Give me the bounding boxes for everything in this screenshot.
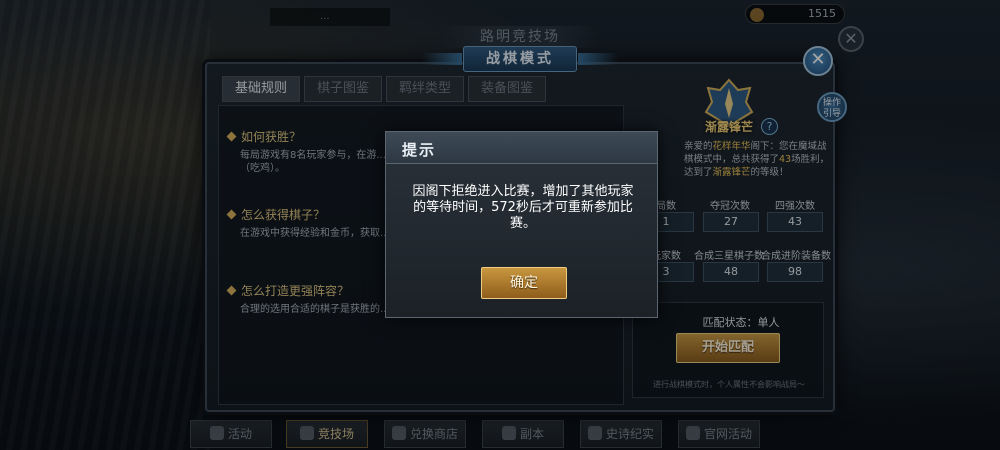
dialog-message: 因阁下拒绝进入比赛，增加了其他玩家的等待时间，572秒后才可重新参加比赛。 [412, 184, 634, 231]
confirm-button[interactable]: 确定 [481, 267, 567, 299]
dialog-header: 提示 [386, 132, 657, 164]
dialog-title: 提示 [402, 141, 437, 159]
notice-dialog: 提示 因阁下拒绝进入比赛，增加了其他玩家的等待时间，572秒后才可重新参加比赛。… [385, 131, 658, 318]
